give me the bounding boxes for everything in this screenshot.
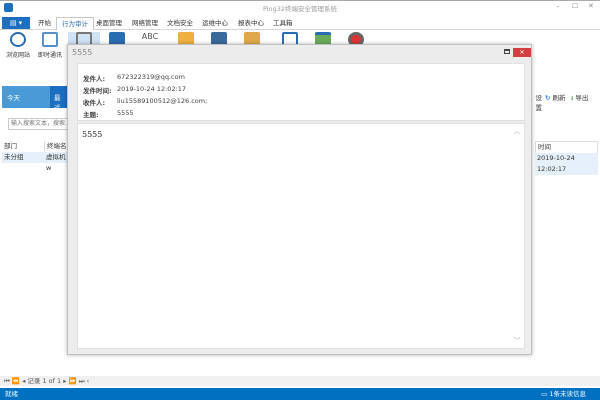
spell-icon: ABC: [141, 32, 159, 41]
email-body-panel: 5555 ︿ ﹀: [77, 123, 525, 349]
table-row[interactable]: 未分组 虚拟机w: [2, 152, 70, 172]
unread-label: 1条未读信息: [549, 390, 586, 398]
pager-nav-prev-icons[interactable]: ⏮ ⏪ ◂: [4, 377, 27, 385]
globe-search-icon: [10, 32, 26, 47]
send-time-value: 2019-10-24 12:02:17: [117, 85, 187, 93]
pager-nav-next-icons[interactable]: ▸ ⏩ ⏭ ‹: [63, 377, 89, 385]
sender-label: 发件人:: [83, 75, 106, 83]
email-header-panel: 发件人: 672322319@qq.com 发件时间: 2019-10-24 1…: [77, 63, 525, 121]
export-button[interactable]: ⭳ 导出: [571, 92, 588, 105]
dialog-close-button[interactable]: ✕: [513, 48, 531, 57]
tab-behavior-audit[interactable]: 行为审计: [56, 17, 94, 30]
maximize-button[interactable]: ☐: [572, 2, 578, 10]
download-icon: ⭳: [571, 94, 574, 102]
table-row-time[interactable]: 2019-10-24 12:02:17: [535, 153, 598, 175]
today-tab[interactable]: 今天: [2, 86, 50, 108]
recipient-value: liu15589100512@126.com;: [117, 97, 208, 105]
pager: ⏮ ⏪ ◂ 记录 1 of 1 ▸ ⏩ ⏭ ‹: [0, 376, 600, 386]
tab-document-security[interactable]: 文档安全: [162, 17, 198, 30]
left-panel: 今天 最近 部门 终端名 未分组 虚拟机w: [0, 84, 70, 374]
scroll-up-icon[interactable]: ︿: [512, 126, 522, 136]
scroll-down-icon[interactable]: ﹀: [512, 336, 522, 346]
button-label: 即时通讯: [37, 52, 62, 59]
refresh-label: 刷新: [552, 94, 566, 102]
recipient-label: 收件人:: [83, 99, 106, 107]
sender-value: 672322319@qq.com: [117, 73, 185, 81]
minimize-button[interactable]: –: [556, 2, 560, 10]
email-body-text: 5555: [82, 130, 103, 139]
title-bar: Ping32终端安全管理系统 – ☐ ✕: [0, 0, 600, 15]
chat-icon: [42, 32, 58, 47]
window-title: Ping32终端安全管理系统: [262, 5, 338, 13]
close-button[interactable]: ✕: [588, 2, 594, 10]
tab-reports[interactable]: 报表中心: [233, 17, 269, 30]
tab-start[interactable]: 开始: [33, 17, 56, 30]
subject-value: 5555: [117, 109, 134, 117]
status-bar: 就绪 ▭ 1条未读信息: [0, 388, 600, 400]
email-button[interactable]: [68, 32, 100, 47]
search-input[interactable]: [8, 118, 70, 130]
cell-department: 未分组: [4, 153, 24, 161]
browse-web-button[interactable]: 浏览网站: [2, 32, 34, 59]
button-label: 浏览网站: [5, 52, 30, 59]
message-icon: ▭: [541, 390, 548, 398]
dialog-title: 5555: [72, 48, 93, 57]
refresh-button[interactable]: ↻ 刷新: [545, 92, 566, 102]
body-scrollbar[interactable]: ︿ ﹀: [512, 126, 522, 346]
tab-desktop[interactable]: 桌面管理: [91, 17, 127, 30]
subject-label: 主题:: [83, 111, 99, 119]
im-button[interactable]: 即时通讯: [34, 32, 66, 59]
spell-button[interactable]: ABC: [134, 32, 166, 41]
unread-messages[interactable]: ▭ 1条未读信息: [541, 388, 586, 400]
ribbon-tabs: ▤ ▾ 开始 行为审计 桌面管理 网络管理 文档安全 运维中心 报表中心 工具箱: [0, 15, 600, 30]
pager-text: 记录 1 of 1: [27, 377, 62, 385]
export-label: 导出: [575, 94, 589, 102]
file-menu-button[interactable]: ▤ ▾: [2, 17, 30, 29]
email-detail-dialog: 5555 ✕ 发件人: 672322319@qq.com 发件时间: 2019-…: [67, 44, 532, 355]
refresh-icon: ↻: [545, 94, 551, 102]
dialog-restore-button[interactable]: [504, 49, 510, 54]
send-time-label: 发件时间:: [83, 87, 112, 95]
tab-toolbox[interactable]: 工具箱: [268, 17, 298, 30]
status-text: 就绪: [5, 390, 18, 398]
tab-ops[interactable]: 运维中心: [197, 17, 233, 30]
tab-network[interactable]: 网络管理: [127, 17, 163, 30]
